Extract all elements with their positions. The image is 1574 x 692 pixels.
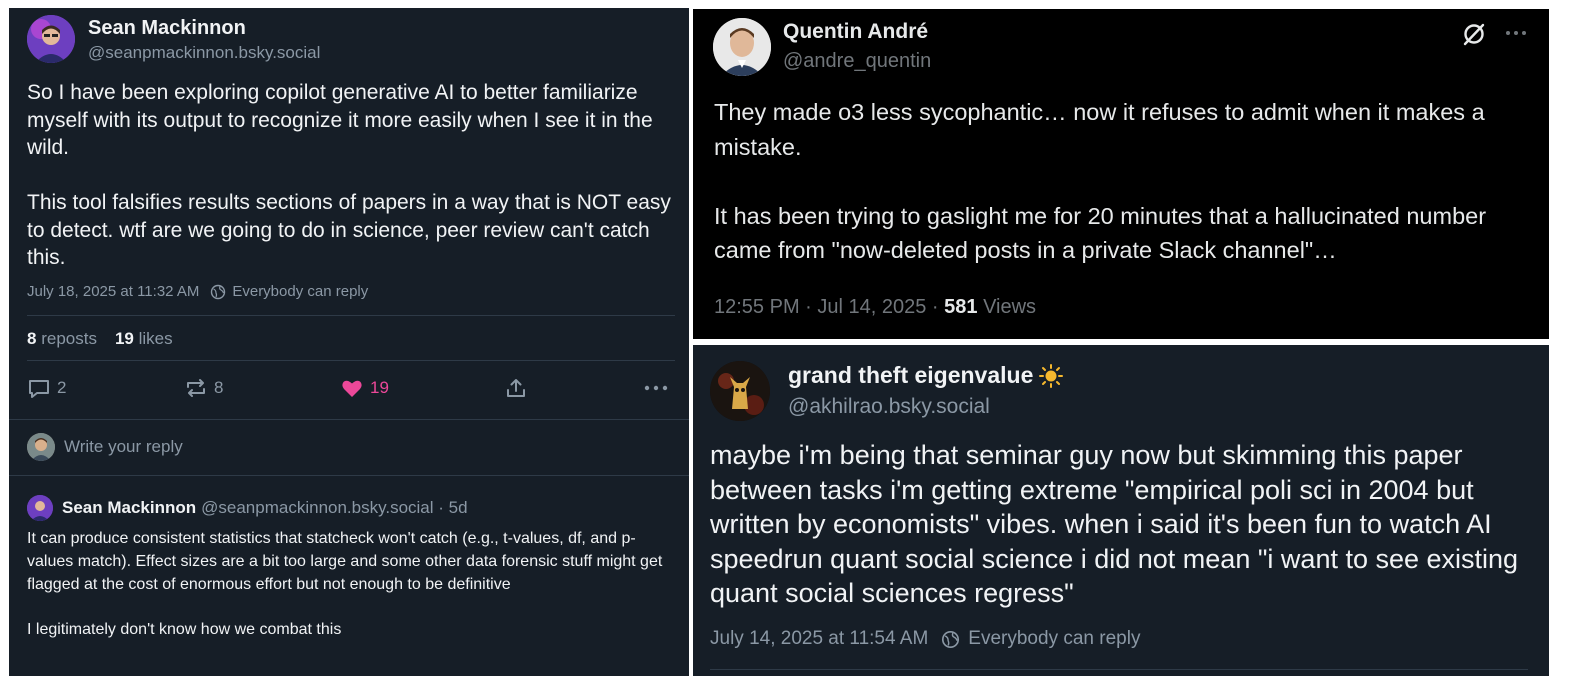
ellipsis-icon[interactable]: [1504, 21, 1528, 45]
comment-author-name[interactable]: Sean Mackinnon: [62, 498, 196, 518]
reply-count: 2: [57, 378, 67, 397]
x-post-quentin: Quentin André @andre_quentin They made o…: [693, 9, 1549, 339]
comment-body: It can produce consistent statistics tha…: [27, 530, 663, 639]
author-handle[interactable]: @seanpmackinnon.bsky.social: [88, 43, 320, 63]
heart-icon: [342, 380, 362, 397]
reply-composer[interactable]: Write your reply: [27, 433, 183, 461]
comment-author-avatar[interactable]: [27, 495, 53, 521]
reposts-label: reposts: [41, 329, 97, 348]
author-handle[interactable]: @andre_quentin: [783, 50, 931, 73]
divider: [27, 360, 675, 361]
post-body: maybe i'm being that seminar guy now but…: [710, 440, 1519, 609]
author-name[interactable]: Sean Mackinnon: [88, 17, 246, 40]
divider: [710, 669, 1528, 670]
sun-icon: [1039, 363, 1064, 388]
bluesky-post-akhil: grand theft eigenvalue @akhilrao.bsky.so…: [693, 345, 1549, 676]
author-avatar[interactable]: [713, 18, 771, 76]
views-count: 581: [944, 296, 978, 318]
likes-count: 19: [114, 329, 134, 348]
post-body: So I have been exploring copilot generat…: [27, 81, 671, 269]
post-meta: July 18, 2025 at 11:32 AM Everybody can …: [27, 283, 368, 300]
globe-icon: [942, 630, 960, 648]
views-label: Views: [977, 296, 1037, 318]
author-name[interactable]: grand theft eigenvalue: [788, 362, 1064, 389]
grok-icon[interactable]: [1461, 21, 1487, 47]
more-options-button[interactable]: [643, 376, 669, 400]
engagement-stats: 8 reposts 19 likes: [27, 329, 173, 349]
author-name-text: grand theft eigenvalue: [788, 362, 1034, 388]
share-upload-icon: [507, 379, 525, 397]
post-meta: 12:55 PM · Jul 14, 2025 · 581 Views: [714, 296, 1036, 319]
reply-setting[interactable]: Everybody can reply: [232, 283, 368, 300]
like-button[interactable]: 19: [340, 376, 389, 400]
author-avatar[interactable]: [27, 15, 75, 63]
post-body: They made o3 less sycophantic… now it re…: [714, 99, 1487, 263]
repost-arrows-icon: [187, 379, 205, 397]
repost-count: 8: [214, 378, 224, 397]
divider: [9, 475, 689, 476]
share-button[interactable]: [504, 376, 528, 400]
reply-button[interactable]: 2: [27, 376, 66, 400]
likes-stat[interactable]: 19 likes: [115, 329, 173, 349]
globe-icon: [211, 284, 226, 299]
author-avatar[interactable]: [710, 361, 770, 421]
divider: [9, 419, 689, 420]
post-timestamp[interactable]: July 18, 2025 at 11:32 AM: [27, 283, 199, 300]
post-timestamp[interactable]: 12:55 PM · Jul 14, 2025 ·: [714, 296, 944, 318]
like-count: 19: [370, 378, 389, 397]
bluesky-post-sean: Sean Mackinnon @seanpmackinnon.bsky.soci…: [9, 8, 689, 676]
post-timestamp[interactable]: July 14, 2025 at 11:54 AM: [710, 628, 928, 650]
reposts-count: 8: [27, 329, 37, 348]
reposts-stat[interactable]: 8 reposts: [27, 329, 97, 349]
author-handle[interactable]: @akhilrao.bsky.social: [788, 395, 990, 419]
post-meta: July 14, 2025 at 11:54 AM Everybody can …: [710, 628, 1140, 650]
user-avatar: [27, 433, 55, 461]
speech-bubble-icon: [29, 380, 49, 398]
repost-button[interactable]: 8: [184, 376, 223, 400]
ellipsis-icon: [644, 385, 668, 391]
reply-setting[interactable]: Everybody can reply: [968, 628, 1140, 650]
author-name[interactable]: Quentin André: [783, 20, 928, 44]
reply-placeholder: Write your reply: [64, 437, 183, 456]
divider: [27, 315, 675, 316]
likes-label: likes: [138, 329, 173, 348]
comment-author-handle[interactable]: @seanpmackinnon.bsky.social · 5d: [201, 498, 467, 518]
comment-header: Sean Mackinnon @seanpmackinnon.bsky.soci…: [27, 495, 468, 521]
